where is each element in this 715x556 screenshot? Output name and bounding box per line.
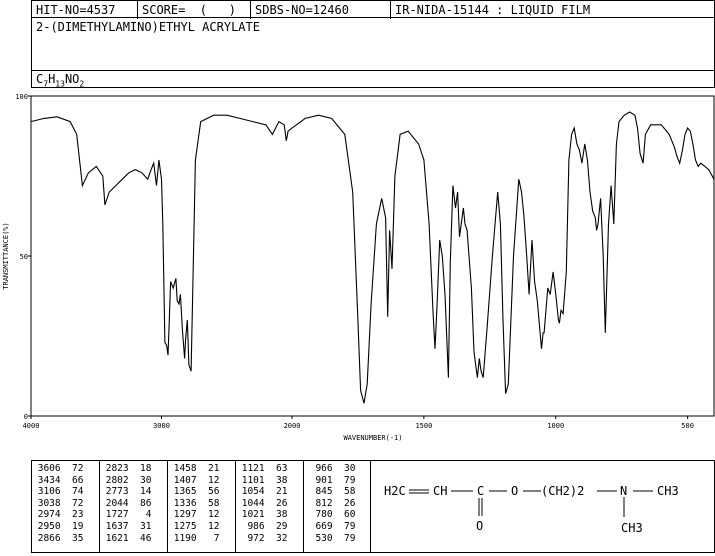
peak-row: 972 32 (236, 532, 288, 544)
peak-row: 2974 23 (32, 509, 84, 521)
peak-row: 2823 18 (100, 463, 152, 474)
struct-ester-o: O (511, 484, 518, 498)
peak-row: 1297 12 (168, 509, 220, 521)
peak-row: 3106 74 (32, 486, 84, 498)
peak-row: 1044 26 (236, 497, 288, 509)
plot-frame (30, 95, 715, 417)
peak-row: 2866 35 (32, 532, 84, 544)
struct-ch2: (CH2)2 (541, 484, 584, 498)
y-tick-label: 100 (15, 93, 28, 101)
ir-spectrum-chart: 0 50 100 4000 3000 2000 1500 1000 500 TRANSMITT… (2, 93, 715, 442)
struct-c: C (477, 484, 484, 498)
chemical-structure: H2C CH C O (CH2)2 N CH3 CH3 O (384, 484, 679, 535)
peak-row: 1621 46 (100, 532, 152, 544)
molecular-formula: C7H13NO2 (31, 70, 715, 88)
compound-name-box: 2-(DIMETHYLAMINO)ETHYL ACRYLATE (31, 17, 715, 71)
peak-row: 2802 30 (100, 474, 152, 486)
x-tick-label: 4000 (23, 422, 40, 430)
peak-row: 1458 21 (168, 463, 220, 474)
peak-row: 1275 12 (168, 520, 220, 532)
x-axis: 4000 3000 2000 1500 1000 500 (23, 416, 694, 430)
peak-column: 2823 18 2802 30 2773 14 2044 86 1727 4 1… (100, 461, 168, 552)
formula-no: NO (64, 72, 80, 86)
x-tick-label: 1500 (415, 422, 432, 430)
peak-row: 780 60 (304, 509, 356, 521)
peak-column: 3606 72 3434 66 3106 74 3038 72 2974 23 … (32, 461, 100, 552)
peak-row: 845 58 (304, 486, 356, 498)
peak-row: 3434 66 (32, 474, 84, 486)
struct-carbonyl-o: O (476, 519, 483, 533)
struct-h2c: H2C (384, 484, 406, 498)
peak-row: 1190 7 (168, 532, 220, 544)
x-axis-label: WAVENUMBER(-1) (343, 434, 402, 442)
peak-row: 1021 38 (236, 509, 288, 521)
peak-row: 966 30 (304, 463, 356, 474)
peak-row: 1637 31 (100, 520, 152, 532)
peak-column: 1458 21 1407 12 1365 56 1336 58 1297 12 … (168, 461, 236, 552)
x-tick-label: 500 (681, 422, 694, 430)
peak-table: 3606 72 3434 66 3106 74 3038 72 2974 23 … (31, 460, 371, 553)
peak-row: 3038 72 (32, 497, 84, 509)
peak-row: 901 79 (304, 474, 356, 486)
x-tick-label: 2000 (284, 422, 301, 430)
peak-row: 1365 56 (168, 486, 220, 498)
peak-column: 1121 63 1101 38 1054 21 1044 26 1021 38 … (236, 461, 304, 552)
peak-column: 966 30 901 79 845 58 812 26 780 60 669 7… (304, 461, 370, 552)
x-tick-label: 1000 (547, 422, 564, 430)
peak-row: 1101 38 (236, 474, 288, 486)
struct-n: N (620, 484, 627, 498)
y-tick-label: 50 (20, 253, 28, 261)
peak-row: 669 79 (304, 520, 356, 532)
peak-row: 1054 21 (236, 486, 288, 498)
peak-row: 2773 14 (100, 486, 152, 498)
spectrum-line (30, 111, 715, 404)
peak-row: 1407 12 (168, 474, 220, 486)
peak-row: 3606 72 (32, 463, 84, 474)
peak-row: 1727 4 (100, 509, 152, 521)
peak-row: 1336 58 (168, 497, 220, 509)
peak-row: 2950 19 (32, 520, 84, 532)
y-axis-label: TRANSMITTANCE(%) (2, 222, 10, 289)
y-axis: 0 50 100 (15, 93, 31, 421)
structure-box: H2C CH C O (CH2)2 N CH3 CH3 O (370, 460, 715, 553)
y-tick-label: 0 (24, 413, 28, 421)
struct-ch3-b: CH3 (621, 521, 643, 535)
peak-row: 2044 86 (100, 497, 152, 509)
struct-ch3-a: CH3 (657, 484, 679, 498)
x-tick-label: 3000 (153, 422, 170, 430)
header-bar: HIT-NO=4537 SCORE= ( ) SDBS-NO=12460 IR-… (31, 0, 715, 19)
peak-row: 1121 63 (236, 463, 288, 474)
peak-row: 530 79 (304, 532, 356, 544)
struct-ch: CH (433, 484, 447, 498)
peak-row: 986 29 (236, 520, 288, 532)
peak-row: 812 26 (304, 497, 356, 509)
compound-name: 2-(DIMETHYLAMINO)ETHYL ACRYLATE (36, 20, 260, 34)
